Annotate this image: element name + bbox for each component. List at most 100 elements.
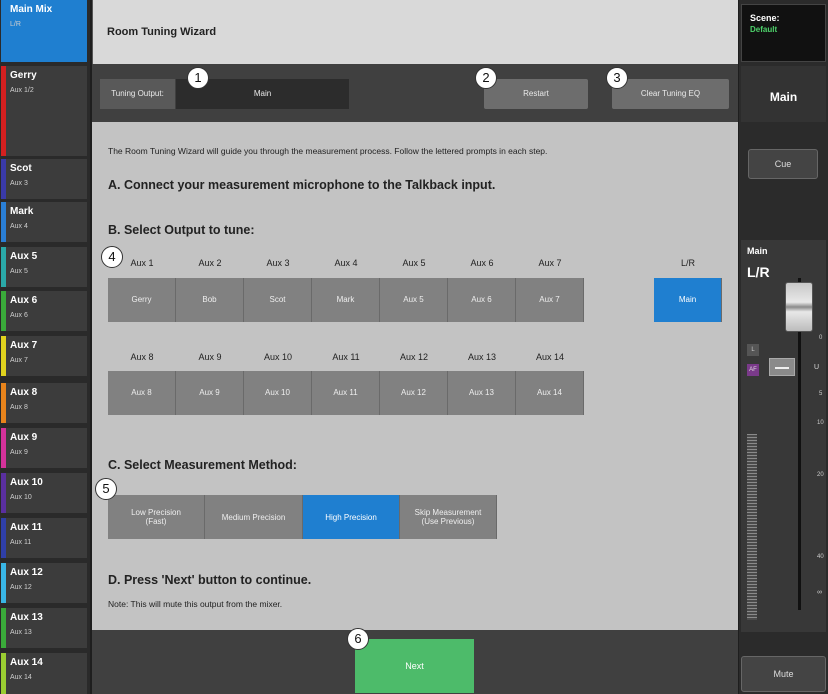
channel-sub: Aux 4 (10, 223, 28, 230)
sidebar-item-aux-5[interactable]: Aux 5 Aux 5 (1, 247, 87, 287)
output-button-aux-1[interactable]: Gerry (108, 278, 176, 322)
scale-0: 0 (819, 335, 823, 341)
channel-name: Aux 5 (10, 251, 38, 262)
scale-40: 40 (817, 554, 824, 560)
next-button[interactable]: Next (355, 639, 474, 693)
output-button-main-lr[interactable]: Main (654, 278, 722, 322)
sidebar-item-main-mix[interactable]: Main Mix L/R (1, 0, 87, 62)
method-medium-precision-button[interactable]: Medium Precision (205, 495, 303, 539)
output-header: Aux 2 (198, 258, 222, 268)
channel-sub: Aux 10 (10, 494, 32, 501)
output-button-aux-13[interactable]: Aux 13 (448, 371, 516, 415)
scene-value: Default (750, 25, 778, 34)
output-header: Aux 12 (399, 352, 429, 362)
l-indicator: L (747, 344, 759, 356)
intro-text: The Room Tuning Wizard will guide you th… (108, 146, 548, 156)
output-button-aux-2[interactable]: Bob (176, 278, 244, 322)
channel-name: Mark (10, 206, 34, 217)
channel-sub: Aux 9 (10, 449, 28, 456)
channel-name: Aux 12 (10, 567, 43, 578)
output-name-box: Main (741, 66, 826, 122)
pan-indicator (769, 358, 795, 376)
wizard-content: The Room Tuning Wizard will guide you th… (92, 122, 738, 630)
scale-5: 5 (819, 391, 823, 397)
sidebar-item-aux-13[interactable]: Aux 13 Aux 13 (1, 608, 87, 648)
sidebar-item-aux-9[interactable]: Aux 9 Aux 9 (1, 428, 87, 468)
sidebar-item-gerry[interactable]: Gerry Aux 1/2 (1, 66, 87, 156)
channel-sub: Aux 6 (10, 312, 28, 319)
output-button-aux-5[interactable]: Aux 5 (380, 278, 448, 322)
output-button-aux-9[interactable]: Aux 9 (176, 371, 244, 415)
fader-strip: Main L/R L AF U 0 5 10 20 40 ∞ (741, 240, 826, 632)
callout-1: 1 (187, 67, 209, 89)
output-header: Aux 5 (402, 258, 426, 268)
right-panel: Scene: Default Main Cue Main L/R L AF U … (739, 0, 828, 694)
output-header: Aux 14 (535, 352, 565, 362)
tuning-output-label: Tuning Output: (100, 79, 175, 109)
channel-sidebar: Main Mix L/R Gerry Aux 1/2 Scot Aux 3 Ma… (0, 0, 90, 694)
callout-2: 2 (475, 67, 497, 89)
output-header: Aux 8 (130, 352, 154, 362)
step-c-heading: C. Select Measurement Method: (108, 458, 297, 472)
channel-sub: L/R (10, 21, 21, 28)
scale-20: 20 (817, 472, 824, 478)
af-indicator: AF (747, 364, 759, 376)
u-label: U (814, 364, 820, 371)
sidebar-item-scot[interactable]: Scot Aux 3 (1, 159, 87, 199)
fader-title: Main (747, 246, 768, 256)
output-button-aux-6[interactable]: Aux 6 (448, 278, 516, 322)
sidebar-item-aux-14[interactable]: Aux 14 Aux 14 (1, 653, 87, 694)
callout-3: 3 (606, 67, 628, 89)
step-a-heading: A. Connect your measurement microphone t… (108, 178, 496, 192)
sidebar-item-aux-6[interactable]: Aux 6 Aux 6 (1, 291, 87, 331)
step-b-heading: B. Select Output to tune: (108, 223, 255, 237)
output-button-aux-11[interactable]: Aux 11 (312, 371, 380, 415)
method-skip-measurement-button[interactable]: Skip Measurement (Use Previous) (400, 495, 497, 539)
method-low-precision-button[interactable]: Low Precision (Fast) (108, 495, 205, 539)
output-name: Main (769, 90, 798, 104)
output-button-aux-10[interactable]: Aux 10 (244, 371, 312, 415)
clear-tuning-eq-button[interactable]: Clear Tuning EQ (612, 79, 729, 109)
sidebar-item-mark[interactable]: Mark Aux 4 (1, 202, 87, 242)
channel-name: Aux 7 (10, 340, 38, 351)
channel-sub: Aux 8 (10, 404, 28, 411)
output-button-aux-4[interactable]: Mark (312, 278, 380, 322)
cue-button[interactable]: Cue (748, 149, 818, 179)
channel-sub: Aux 1/2 (10, 87, 34, 94)
sidebar-item-aux-10[interactable]: Aux 10 Aux 10 (1, 473, 87, 513)
channel-sub: Aux 13 (10, 629, 32, 636)
callout-4: 4 (101, 246, 123, 268)
level-meter (747, 434, 757, 620)
output-button-aux-7[interactable]: Aux 7 (516, 278, 584, 322)
channel-name: Aux 11 (10, 522, 43, 533)
channel-sub: Aux 12 (10, 584, 32, 591)
output-header: Aux 3 (266, 258, 290, 268)
output-button-aux-3[interactable]: Scot (244, 278, 312, 322)
output-header: Aux 11 (332, 352, 360, 362)
output-button-aux-14[interactable]: Aux 14 (516, 371, 584, 415)
output-header: Aux 4 (334, 258, 358, 268)
channel-name: Aux 6 (10, 295, 38, 306)
output-button-aux-8[interactable]: Aux 8 (108, 371, 176, 415)
channel-name: Aux 13 (10, 612, 43, 623)
sidebar-item-aux-8[interactable]: Aux 8 Aux 8 (1, 383, 87, 423)
mute-button[interactable]: Mute (741, 656, 826, 692)
output-button-aux-12[interactable]: Aux 12 (380, 371, 448, 415)
output-header: Aux 9 (198, 352, 222, 362)
scale-inf: ∞ (817, 589, 822, 596)
output-header: Aux 13 (467, 352, 497, 362)
scene-label: Scene: (750, 13, 780, 23)
channel-name: Aux 9 (10, 432, 38, 443)
sidebar-item-aux-7[interactable]: Aux 7 Aux 7 (1, 336, 87, 376)
fader-knob[interactable] (785, 282, 813, 332)
scene-box[interactable]: Scene: Default (741, 4, 826, 62)
sidebar-item-aux-11[interactable]: Aux 11 Aux 11 (1, 518, 87, 558)
output-header: Aux 7 (538, 258, 562, 268)
output-header: Aux 6 (470, 258, 494, 268)
channel-sub: Aux 11 (10, 539, 32, 546)
restart-button[interactable]: Restart (484, 79, 588, 109)
callout-6: 6 (347, 628, 369, 650)
sidebar-item-aux-12[interactable]: Aux 12 Aux 12 (1, 563, 87, 603)
footer-bar: Next (92, 630, 738, 694)
method-high-precision-button[interactable]: High Precision (303, 495, 400, 539)
